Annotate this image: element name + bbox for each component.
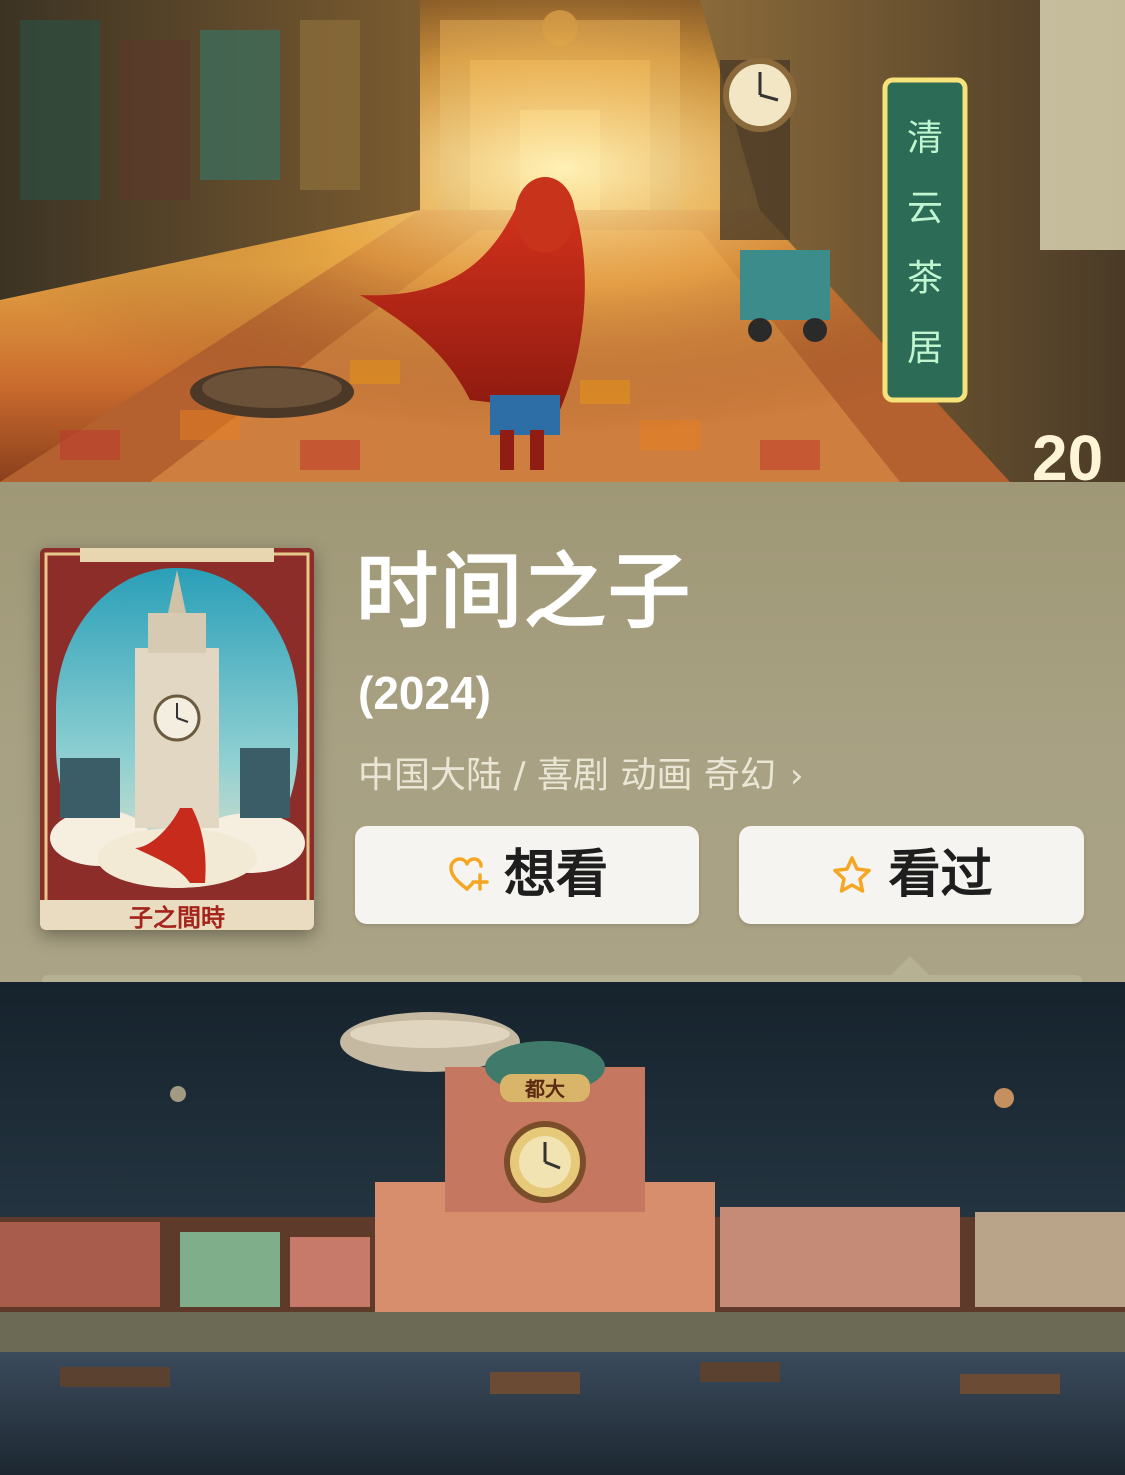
chevron-right-icon: ›	[789, 756, 804, 796]
still-sign-text: 都大	[524, 1077, 565, 1101]
hero-corner-text: 20	[1032, 422, 1103, 482]
tab-indicator-bar	[42, 975, 1082, 982]
svg-text:清: 清	[907, 118, 943, 159]
city-waterfront-still: 都大	[0, 982, 1125, 1475]
still-image: 都大	[0, 982, 1125, 1475]
movie-year: (2024)	[358, 667, 491, 719]
poster-title-text: 子之間時	[129, 903, 225, 930]
watched-button[interactable]: 看过	[739, 826, 1084, 924]
movie-detail-page: 清 云 茶 居 20 子之間時 时间之子 (2024) 中国大陆 / 喜剧 动画…	[0, 0, 1125, 1475]
hero-street-artwork: 清 云 茶 居 20	[0, 0, 1125, 482]
want-to-watch-label: 想看	[503, 845, 608, 905]
movie-title: 时间之子	[356, 545, 693, 640]
want-to-watch-button[interactable]: 想看	[355, 826, 699, 924]
hero-image: 清 云 茶 居 20	[0, 0, 1125, 482]
tab-caret-indicator	[890, 956, 930, 976]
svg-text:云: 云	[907, 188, 943, 229]
watched-label: 看过	[888, 845, 993, 905]
movie-meta-text: 中国大陆 / 喜剧 动画 奇幻	[358, 755, 776, 796]
movie-meta-link[interactable]: 中国大陆 / 喜剧 动画 奇幻 ›	[358, 758, 804, 794]
heart-plus-icon	[449, 857, 489, 891]
svg-text:居: 居	[907, 328, 943, 369]
movie-poster[interactable]: 子之間時	[40, 548, 314, 930]
svg-text:茶: 茶	[907, 258, 943, 299]
movie-info-panel: 子之間時 时间之子 (2024) 中国大陆 / 喜剧 动画 奇幻 › 想看 看过	[0, 482, 1125, 982]
star-outline-icon	[833, 856, 872, 893]
poster-artwork: 子之間時	[40, 548, 314, 930]
